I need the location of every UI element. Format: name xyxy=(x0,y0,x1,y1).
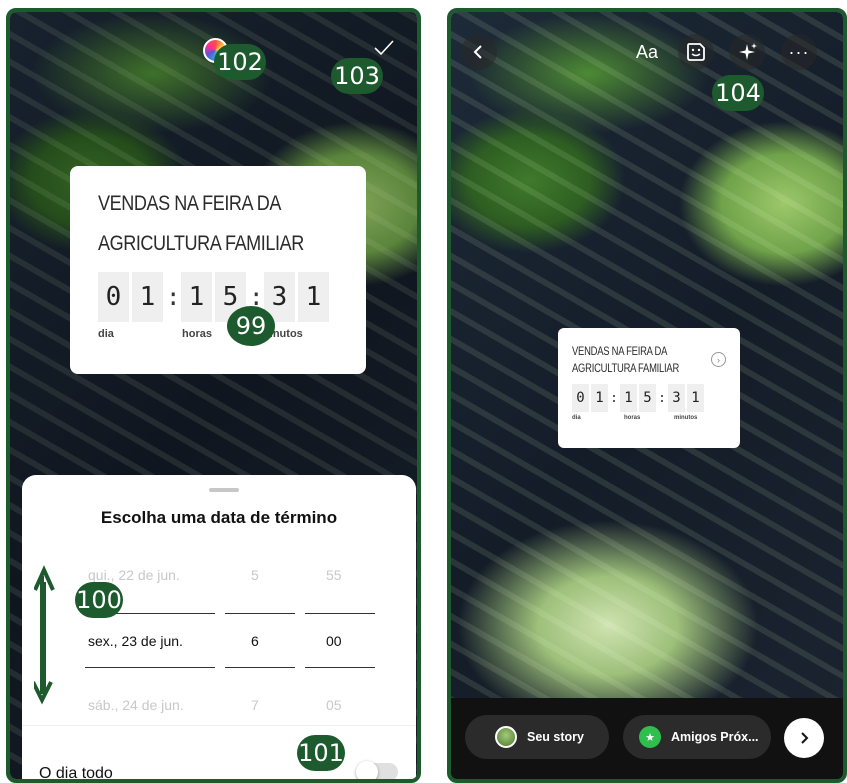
countdown-digits: 0 1 : 1 5 : 3 1 xyxy=(572,384,726,412)
countdown-units: dia horas minutos xyxy=(98,328,338,340)
sticker-button[interactable] xyxy=(678,34,714,70)
your-story-label: Seu story xyxy=(527,730,584,744)
picker-hour: 7 xyxy=(251,697,259,713)
countdown-digit: 1 xyxy=(132,272,163,322)
selection-line xyxy=(225,667,295,668)
countdown-digit: 0 xyxy=(98,272,129,322)
annotation-badge: 99 xyxy=(227,306,275,346)
divider xyxy=(22,725,416,726)
unit-minutes: minutos xyxy=(674,415,698,421)
picker-minute: 55 xyxy=(326,567,342,583)
sheet-drag-handle[interactable] xyxy=(209,488,239,492)
annotation-badge: 101 xyxy=(297,735,345,771)
effects-button[interactable] xyxy=(729,34,765,70)
star-icon: ★ xyxy=(639,726,661,748)
countdown-digit: 1 xyxy=(181,272,212,322)
countdown-digit: 1 xyxy=(591,384,608,412)
countdown-digit: 0 xyxy=(572,384,589,412)
selection-line xyxy=(305,613,375,614)
sticker-icon xyxy=(687,43,705,61)
unit-hours: horas xyxy=(624,415,641,421)
chevron-left-icon xyxy=(473,45,482,59)
share-bar: Seu story ★ Amigos Próx... xyxy=(451,698,843,779)
unit-days: dia xyxy=(572,415,581,421)
countdown-separator: : xyxy=(166,283,181,311)
picker-hour: 6 xyxy=(251,633,259,649)
all-day-toggle[interactable] xyxy=(356,761,398,779)
countdown-digit: 3 xyxy=(668,384,685,412)
selection-line xyxy=(85,667,215,668)
picker-hour: 5 xyxy=(251,567,259,583)
countdown-title-line1: VENDAS NA FEIRA DA xyxy=(98,192,281,215)
countdown-title-line2: AGRICULTURA FAMILIAR xyxy=(98,232,304,255)
countdown-title-line1: VENDAS NA FEIRA DA xyxy=(572,346,668,358)
sparkles-icon xyxy=(739,43,757,60)
annotation-badge: 103 xyxy=(331,58,383,94)
scroll-direction-arrows-icon xyxy=(34,565,55,705)
annotation-badge: 102 xyxy=(214,44,266,80)
countdown-sticker[interactable]: VENDAS NA FEIRA DA AGRICULTURA FAMILIAR … xyxy=(70,166,366,374)
countdown-sticker[interactable]: VENDAS NA FEIRA DA AGRICULTURA FAMILIAR … xyxy=(558,328,740,448)
picker-date: sáb., 24 de jun. xyxy=(88,697,184,713)
back-button[interactable] xyxy=(461,34,497,70)
countdown-digit: 1 xyxy=(687,384,704,412)
countdown-separator: : xyxy=(610,390,618,406)
picker-minute: 00 xyxy=(326,633,342,649)
edit-story-screen: VENDAS NA FEIRA DA AGRICULTURA FAMILIAR … xyxy=(6,8,421,783)
all-day-label: O dia todo xyxy=(39,765,113,782)
chevron-right-icon[interactable]: › xyxy=(711,352,726,367)
more-options-button[interactable]: ··· xyxy=(781,34,817,70)
annotation-badge: 104 xyxy=(712,75,764,111)
avatar xyxy=(495,726,517,748)
countdown-units: dia horas minutos xyxy=(572,415,726,421)
close-friends-label: Amigos Próx... xyxy=(671,730,759,744)
countdown-title-line2: AGRICULTURA FAMILIAR xyxy=(572,363,680,375)
story-preview-screen: Aa ··· VENDAS NA FEIRA DA AGRICULTURA FA… xyxy=(447,8,847,783)
countdown-separator: : xyxy=(658,390,666,406)
countdown-digit: 5 xyxy=(639,384,656,412)
close-friends-button[interactable]: ★ Amigos Próx... xyxy=(623,715,771,759)
selection-line xyxy=(305,667,375,668)
countdown-digit: 1 xyxy=(298,272,329,322)
sheet-title: Escolha uma data de término xyxy=(100,508,338,527)
countdown-digits: 0 1 : 1 5 : 3 1 xyxy=(98,272,338,322)
selection-line xyxy=(225,613,295,614)
picker-minute: 05 xyxy=(326,697,342,713)
checkmark-icon[interactable] xyxy=(372,36,396,60)
picker-row-selected[interactable]: sex., 23 de jun. 6 00 xyxy=(22,633,416,689)
end-date-sheet: Escolha uma data de término qui., 22 de … xyxy=(22,475,416,782)
send-button[interactable] xyxy=(784,718,824,758)
text-tool-button[interactable]: Aa xyxy=(629,34,665,70)
picker-date: sex., 23 de jun. xyxy=(88,633,183,649)
your-story-button[interactable]: Seu story xyxy=(465,715,609,759)
countdown-digit: 1 xyxy=(620,384,637,412)
picker-date: qui., 22 de jun. xyxy=(88,567,180,583)
unit-days: dia xyxy=(98,328,114,340)
annotation-badge: 100 xyxy=(75,582,123,618)
chevron-right-icon xyxy=(801,732,809,744)
